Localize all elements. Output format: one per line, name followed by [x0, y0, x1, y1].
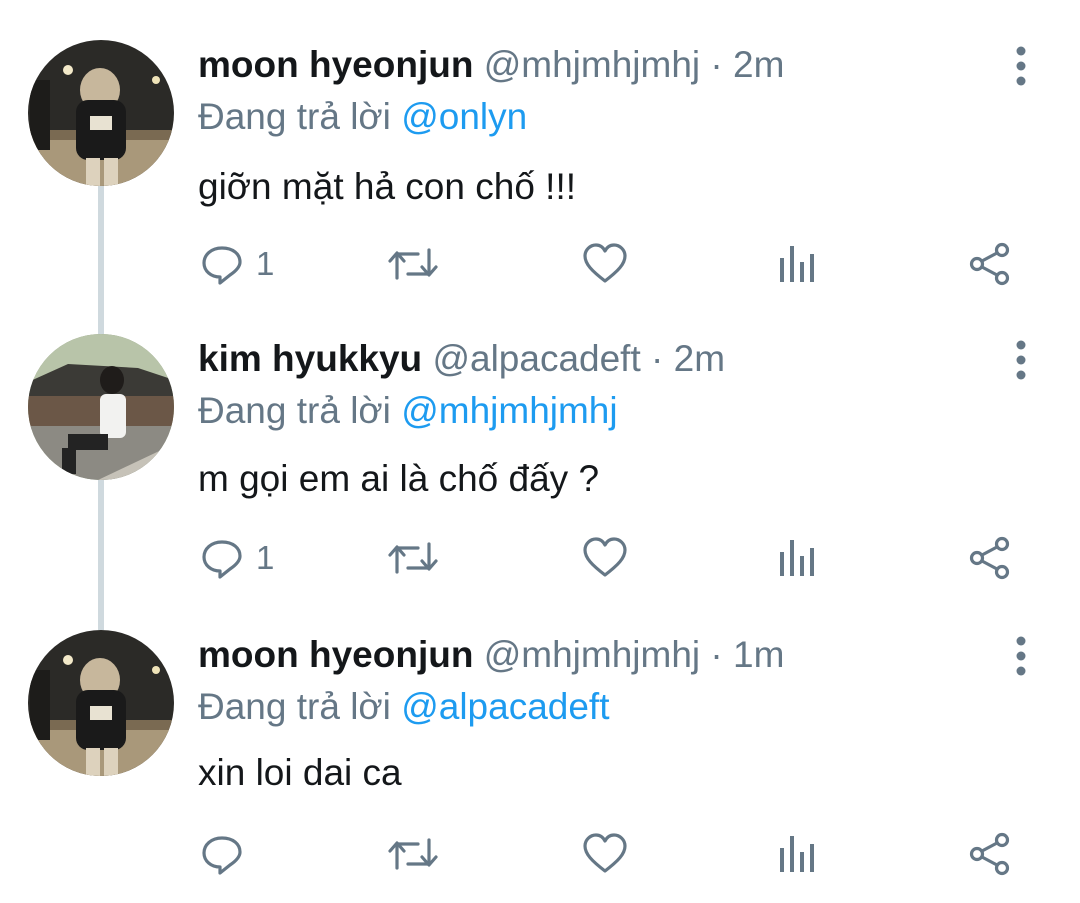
username[interactable]: @mhjmhjmhj [484, 44, 700, 85]
tweet-actions [0, 830, 1080, 878]
replying-to-mention[interactable]: @onlyn [401, 96, 527, 137]
tweet-text: xin loi dai ca [198, 752, 402, 793]
like-button[interactable] [582, 534, 628, 582]
reply-icon [202, 540, 242, 579]
reply-button[interactable]: 1 [200, 240, 274, 288]
analytics-icon [780, 540, 814, 576]
reply-icon [202, 246, 242, 285]
like-button[interactable] [582, 830, 628, 878]
analytics-button[interactable] [778, 534, 818, 582]
replying-to: Đang trả lời @onlyn [198, 94, 527, 140]
display-name[interactable]: moon hyeonjun [198, 44, 473, 85]
reply-count: 1 [256, 539, 275, 576]
separator-dot: · [710, 634, 723, 675]
replying-to-mention[interactable]: @alpacadeft [401, 686, 609, 727]
username[interactable]: @mhjmhjmhj [484, 634, 700, 675]
display-name[interactable]: moon hyeonjun [198, 634, 473, 675]
replying-to-label: Đang trả lời [198, 686, 391, 727]
more-options-button[interactable] [1004, 44, 1038, 88]
separator-dot: · [651, 338, 664, 379]
avatar[interactable] [28, 630, 174, 776]
tweet-header: moon hyeonjun @mhjmhjmhj · 1m [198, 632, 784, 678]
like-button[interactable] [582, 240, 628, 288]
share-icon [969, 242, 1010, 286]
username[interactable]: @alpacadeft [432, 338, 640, 379]
tweet[interactable]: moon hyeonjun @mhjmhjmhj · 1m Đang trả l… [0, 590, 1080, 885]
tweet-actions: 1 [0, 240, 1080, 288]
more-options-button[interactable] [1004, 338, 1038, 382]
share-button[interactable] [968, 534, 1012, 582]
more-options-button[interactable] [1004, 634, 1038, 678]
tweet-actions: 1 [0, 534, 1080, 582]
more-vertical-icon [1016, 46, 1026, 86]
analytics-button[interactable] [778, 830, 818, 878]
separator-dot: · [710, 44, 723, 85]
avatar[interactable] [28, 334, 174, 480]
more-vertical-icon [1016, 340, 1026, 380]
more-vertical-icon [1016, 636, 1026, 676]
display-name[interactable]: kim hyukkyu [198, 338, 422, 379]
retweet-button[interactable] [388, 240, 438, 288]
retweet-icon [388, 248, 438, 280]
replying-to: Đang trả lời @mhjmhjmhj [198, 388, 618, 434]
reply-button[interactable]: 1 [200, 534, 274, 582]
tweet-text: giỡn mặt hả con chố !!! [198, 166, 577, 207]
retweet-icon [388, 838, 438, 870]
avatar[interactable] [28, 40, 174, 186]
tweet-header: moon hyeonjun @mhjmhjmhj · 2m [198, 42, 784, 88]
timestamp[interactable]: 2m [733, 44, 784, 85]
tweet-text: m gọi em ai là chố đấy ? [198, 458, 600, 499]
retweet-button[interactable] [388, 830, 438, 878]
tweet[interactable]: kim hyukkyu @alpacadeft · 2m Đang trả lờ… [0, 294, 1080, 589]
share-icon [969, 536, 1010, 580]
heart-icon [583, 833, 627, 873]
share-icon [969, 832, 1010, 876]
analytics-icon [780, 836, 814, 872]
replying-to-label: Đang trả lời [198, 390, 391, 431]
analytics-icon [780, 246, 814, 282]
retweet-icon [388, 542, 438, 574]
share-button[interactable] [968, 830, 1012, 878]
heart-icon [583, 537, 627, 577]
tweet-header: kim hyukkyu @alpacadeft · 2m [198, 336, 725, 382]
reply-count: 1 [256, 245, 275, 282]
reply-button[interactable] [200, 830, 256, 878]
replying-to-label: Đang trả lời [198, 96, 391, 137]
heart-icon [583, 243, 627, 283]
reply-icon [202, 836, 242, 875]
replying-to-mention[interactable]: @mhjmhjmhj [401, 390, 617, 431]
replying-to: Đang trả lời @alpacadeft [198, 684, 610, 730]
tweet[interactable]: moon hyeonjun @mhjmhjmhj · 2m Đang trả l… [0, 0, 1080, 295]
timestamp[interactable]: 1m [733, 634, 784, 675]
analytics-button[interactable] [778, 240, 818, 288]
timestamp[interactable]: 2m [674, 338, 725, 379]
retweet-button[interactable] [388, 534, 438, 582]
share-button[interactable] [968, 240, 1012, 288]
